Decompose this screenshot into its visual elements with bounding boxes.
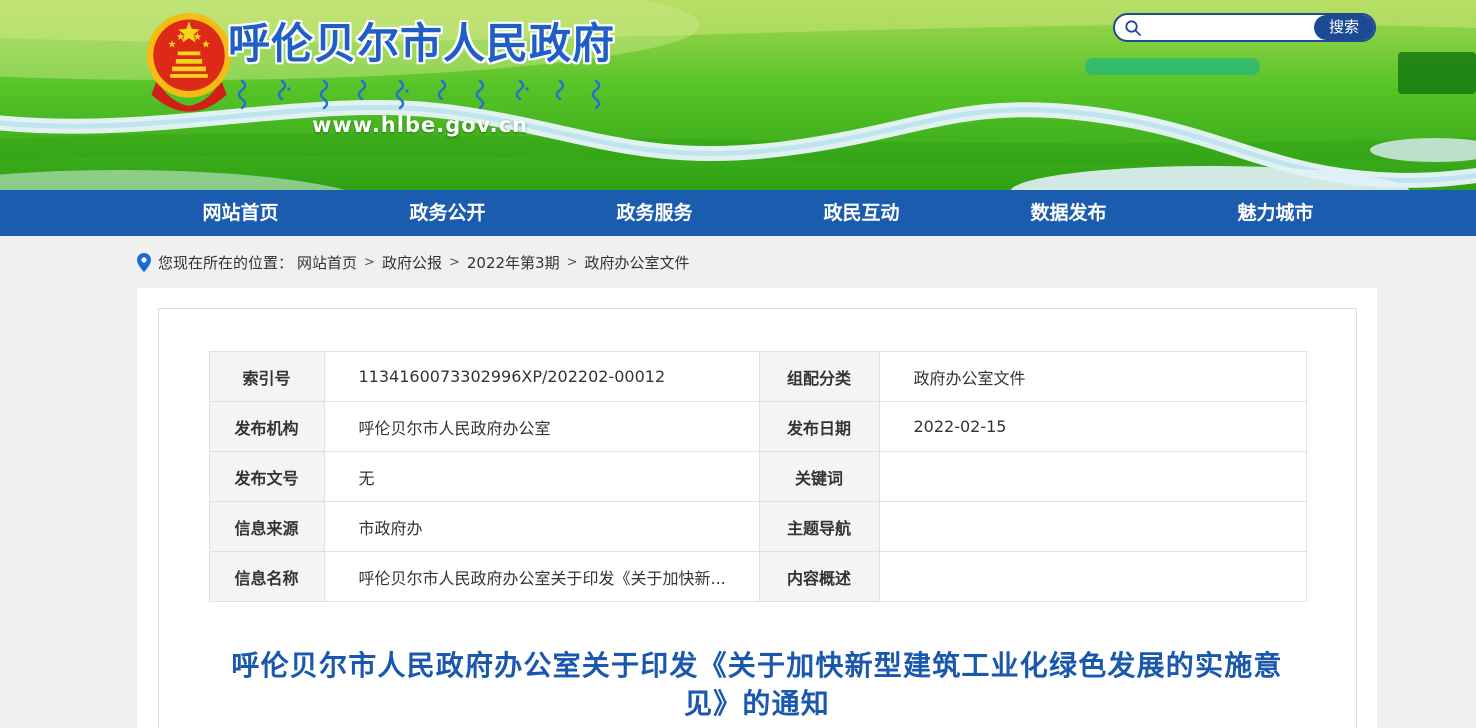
meta-value-info-source: 市政府办 bbox=[324, 502, 759, 552]
breadcrumb-prefix: 您现在所在的位置： bbox=[158, 252, 293, 273]
site-url: www.hlbe.gov.cn bbox=[228, 113, 612, 137]
meta-value-index-number: 1134160073302996XP/202202-00012 bbox=[324, 352, 759, 402]
meta-value-keywords bbox=[879, 452, 1306, 502]
breadcrumb-link-issue[interactable]: 2022年第3期 bbox=[467, 252, 560, 273]
nav-item-data-release[interactable]: 数据发布 bbox=[965, 190, 1172, 236]
search-input[interactable] bbox=[1142, 17, 1314, 39]
breadcrumb-separator: > bbox=[567, 255, 578, 270]
meta-label-info-source: 信息来源 bbox=[209, 502, 324, 552]
meta-value-publish-date: 2022-02-15 bbox=[879, 402, 1306, 452]
breadcrumb: 您现在所在的位置： 网站首页 > 政府公报 > 2022年第3期 > 政府办公室… bbox=[0, 236, 1476, 288]
breadcrumb-separator: > bbox=[449, 255, 460, 270]
article-title: 呼伦贝尔市人民政府办公室关于印发《关于加快新型建筑工业化绿色发展的实施意见》的通… bbox=[227, 647, 1287, 723]
meta-value-topic-nav bbox=[879, 502, 1306, 552]
table-row: 信息名称 呼伦贝尔市人民政府办公室关于印发《关于加快新... 内容概述 bbox=[209, 552, 1306, 602]
search-icon bbox=[1124, 19, 1142, 37]
site-header: 呼伦贝尔市人民政府 www.hlbe.gov.cn 搜索 bbox=[0, 0, 1476, 190]
meta-label-index-number: 索引号 bbox=[209, 352, 324, 402]
meta-label-issuing-agency: 发布机构 bbox=[209, 402, 324, 452]
nav-item-gov-info[interactable]: 政务公开 bbox=[344, 190, 551, 236]
meta-value-summary bbox=[879, 552, 1306, 602]
table-row: 发布文号 无 关键词 bbox=[209, 452, 1306, 502]
mongolian-script-decoration bbox=[234, 79, 606, 111]
meta-value-document-number: 无 bbox=[324, 452, 759, 502]
national-emblem-logo bbox=[142, 6, 236, 112]
meta-label-document-number: 发布文号 bbox=[209, 452, 324, 502]
meta-value-category: 政府办公室文件 bbox=[879, 352, 1306, 402]
meta-label-info-name: 信息名称 bbox=[209, 552, 324, 602]
nav-item-interaction[interactable]: 政民互动 bbox=[758, 190, 965, 236]
document-panel: 索引号 1134160073302996XP/202202-00012 组配分类… bbox=[158, 308, 1357, 728]
main-navigation: 网站首页 政务公开 政务服务 政民互动 数据发布 魅力城市 bbox=[0, 190, 1476, 236]
breadcrumb-separator: > bbox=[364, 255, 375, 270]
table-row: 索引号 1134160073302996XP/202202-00012 组配分类… bbox=[209, 352, 1306, 402]
nav-item-home[interactable]: 网站首页 bbox=[137, 190, 344, 236]
site-title: 呼伦贝尔市人民政府 bbox=[228, 10, 612, 71]
content-card: 索引号 1134160073302996XP/202202-00012 组配分类… bbox=[137, 288, 1377, 728]
table-row: 发布机构 呼伦贝尔市人民政府办公室 发布日期 2022-02-15 bbox=[209, 402, 1306, 452]
breadcrumb-link-home[interactable]: 网站首页 bbox=[297, 252, 357, 273]
meta-value-info-name: 呼伦贝尔市人民政府办公室关于印发《关于加快新... bbox=[324, 552, 759, 602]
search-bar: 搜索 bbox=[1113, 13, 1376, 42]
meta-label-category: 组配分类 bbox=[759, 352, 879, 402]
meta-label-topic-nav: 主题导航 bbox=[759, 502, 879, 552]
breadcrumb-link-gazette[interactable]: 政府公报 bbox=[382, 252, 442, 273]
nav-item-gov-services[interactable]: 政务服务 bbox=[551, 190, 758, 236]
document-meta-table: 索引号 1134160073302996XP/202202-00012 组配分类… bbox=[209, 351, 1307, 602]
nav-item-charming-city[interactable]: 魅力城市 bbox=[1172, 190, 1379, 236]
meta-value-issuing-agency: 呼伦贝尔市人民政府办公室 bbox=[324, 402, 759, 452]
meta-label-publish-date: 发布日期 bbox=[759, 402, 879, 452]
breadcrumb-link-category[interactable]: 政府办公室文件 bbox=[584, 252, 689, 273]
location-pin-icon bbox=[137, 253, 151, 272]
table-row: 信息来源 市政府办 主题导航 bbox=[209, 502, 1306, 552]
site-brand: 呼伦贝尔市人民政府 www.hlbe.gov.cn bbox=[228, 10, 612, 137]
search-button[interactable]: 搜索 bbox=[1314, 15, 1374, 40]
meta-label-keywords: 关键词 bbox=[759, 452, 879, 502]
meta-label-summary: 内容概述 bbox=[759, 552, 879, 602]
